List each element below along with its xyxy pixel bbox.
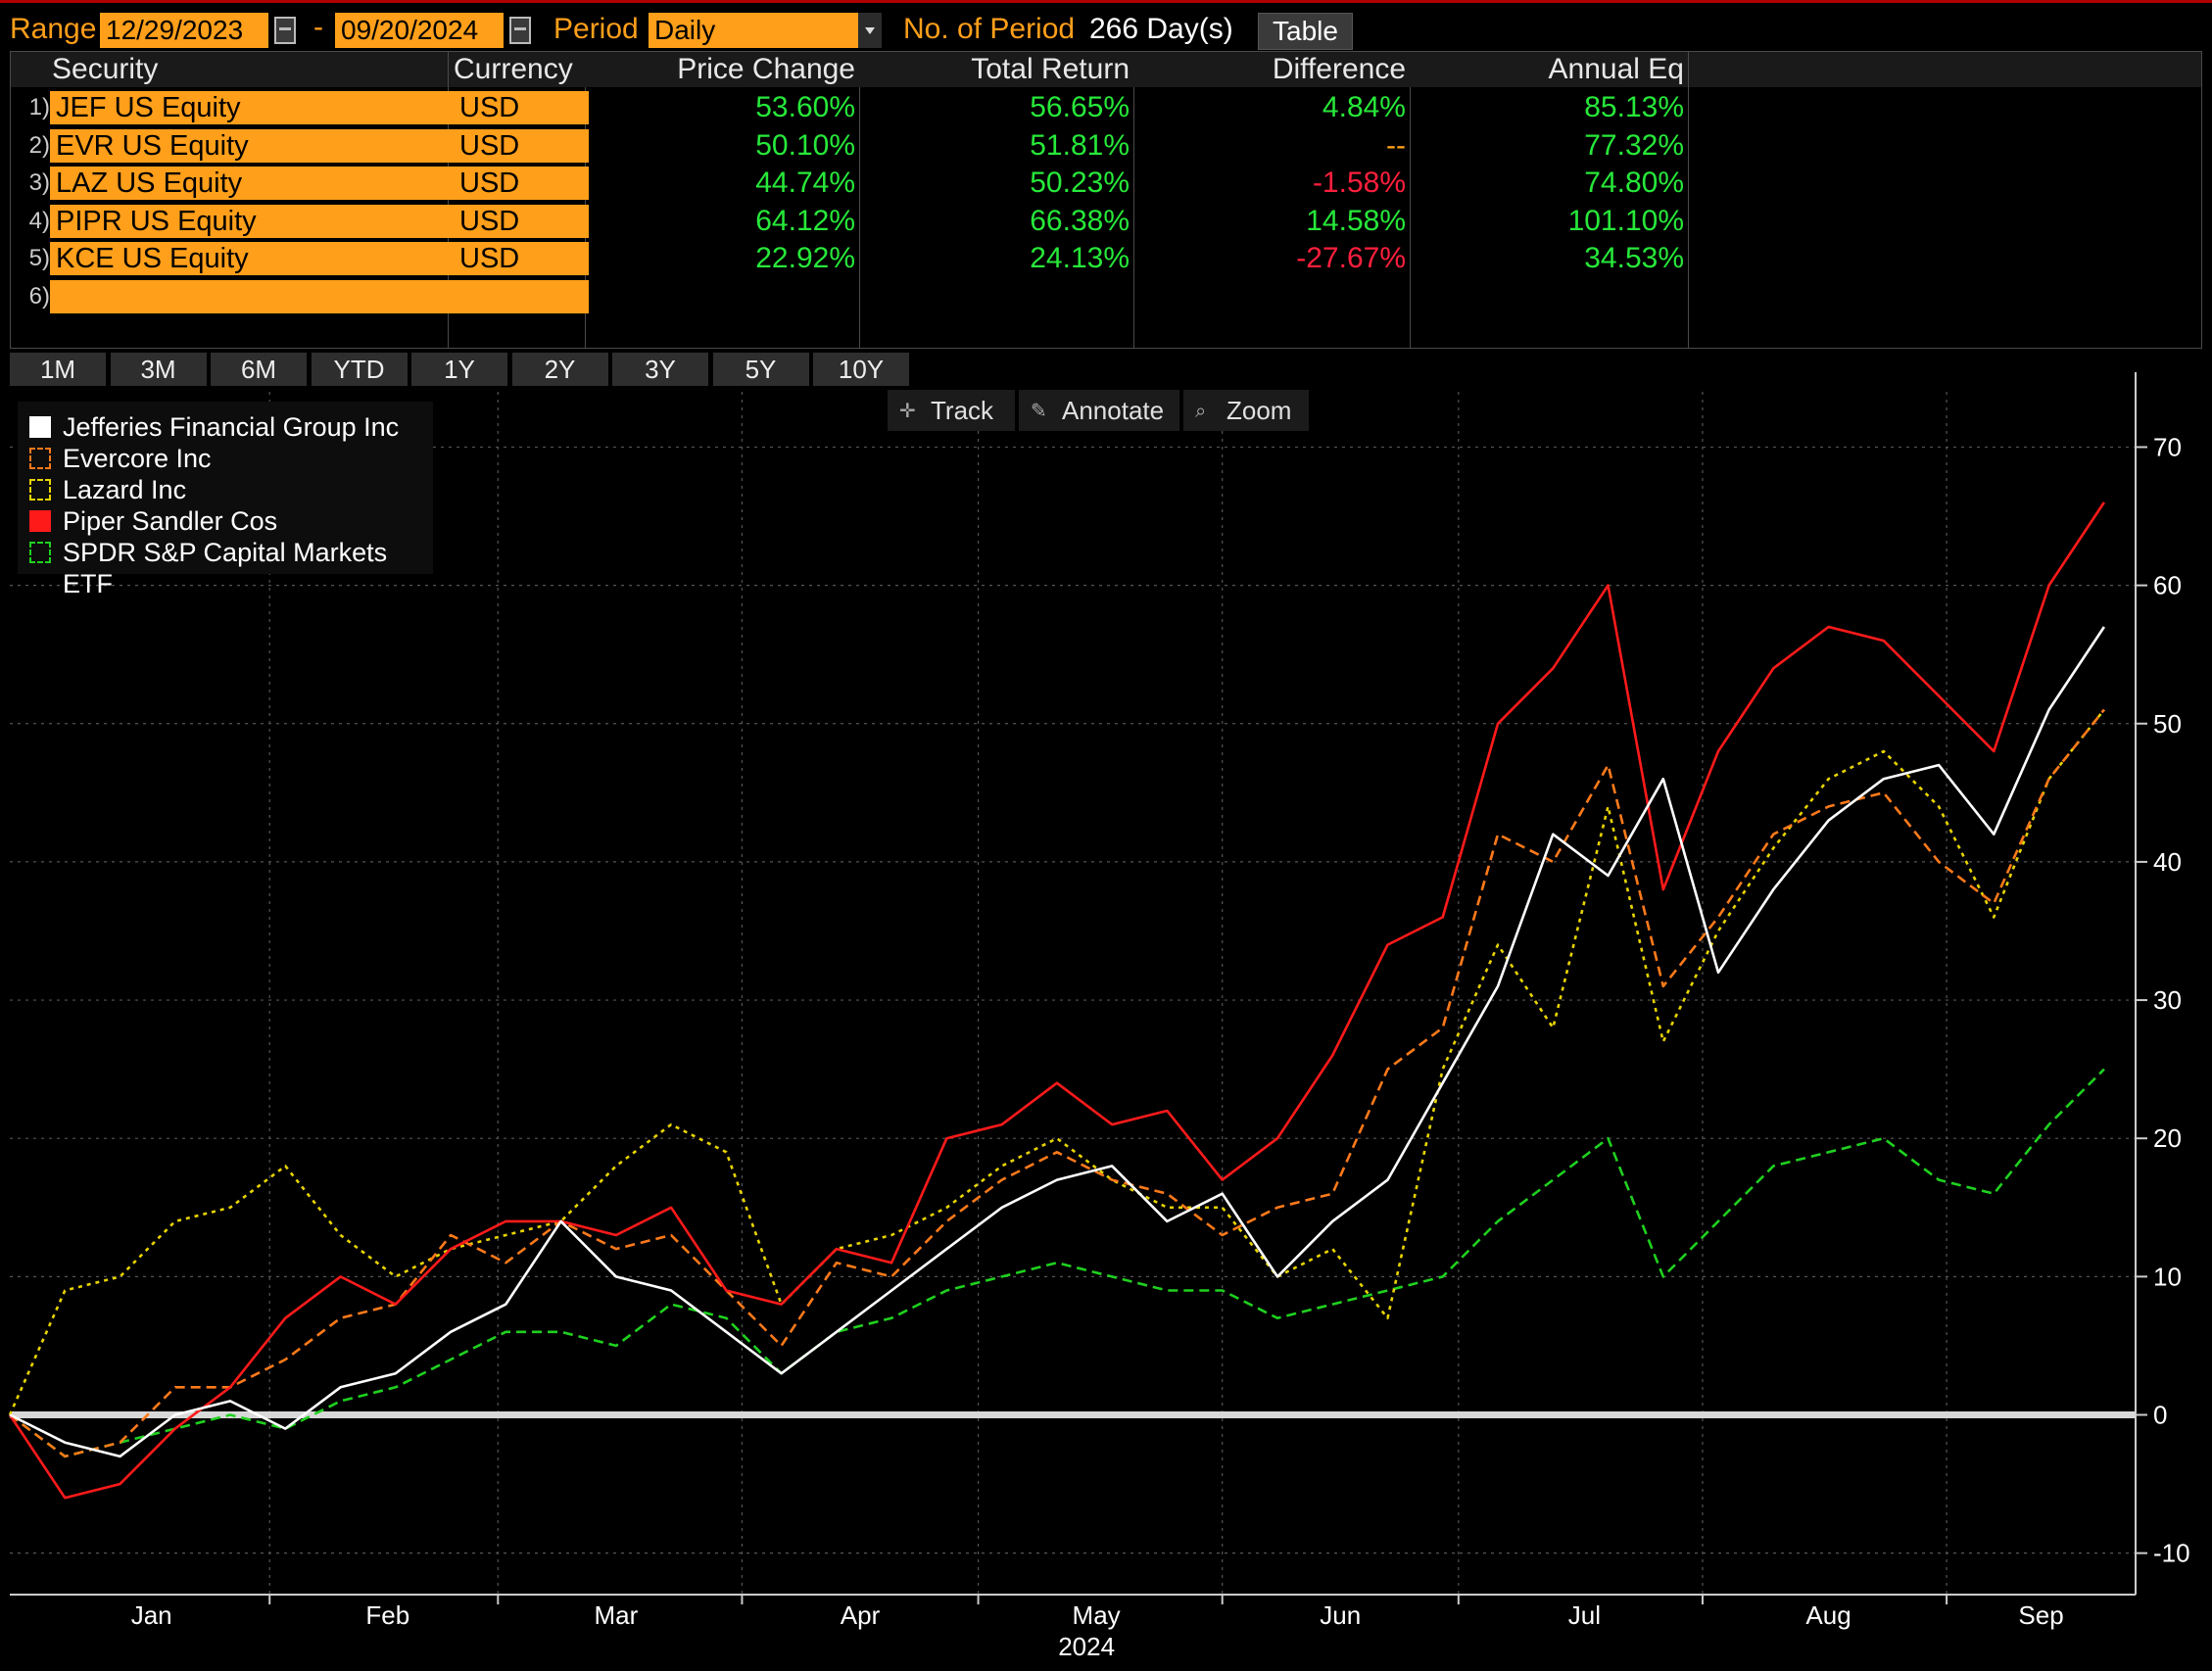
x-tick-label: Sep — [2018, 1600, 2063, 1630]
y-tick-label: 70 — [2153, 432, 2182, 461]
legend-swatch-icon — [29, 510, 51, 532]
legend-label: Lazard Inc — [63, 475, 187, 504]
legend-item[interactable]: Jefferies Financial Group Inc — [29, 411, 399, 443]
track-button[interactable]: ✛ Track — [888, 390, 1015, 431]
zoom-button[interactable]: ⌕ Zoom — [1183, 390, 1309, 431]
legend-label: Evercore Inc — [63, 444, 212, 473]
y-tick-label: 20 — [2153, 1123, 2182, 1153]
y-tick-label: 60 — [2153, 571, 2182, 600]
crosshair-icon: ✛ — [899, 401, 916, 422]
x-tick-label: Feb — [365, 1600, 409, 1630]
y-tick-label: 10 — [2153, 1262, 2182, 1291]
y-tick-label: 30 — [2153, 985, 2182, 1015]
x-tick-label: Aug — [1805, 1600, 1851, 1630]
y-tick-label: 0 — [2153, 1401, 2167, 1430]
x-tick-label: Jan — [131, 1600, 172, 1630]
legend-swatch-icon — [29, 416, 51, 438]
chart-legend: Jefferies Financial Group Inc Evercore In… — [18, 402, 433, 598]
pencil-icon: ✎ — [1031, 401, 1047, 422]
legend-item[interactable]: Evercore Inc — [29, 443, 212, 474]
legend-label: Jefferies Financial Group Inc — [63, 412, 400, 442]
legend-swatch-icon — [29, 448, 51, 469]
performance-chart[interactable]: -10 0 10 20 30 40 50 60 70 Jan Feb Mar Apr May Jun Jul A… — [0, 0, 2212, 1671]
series-line-lazard-inc[interactable] — [8, 708, 2105, 1416]
year-label: 2024 — [1058, 1632, 1115, 1661]
magnifier-icon: ⌕ — [1195, 401, 1207, 422]
legend-item[interactable]: Piper Sandler Cos — [29, 505, 277, 537]
legend-item[interactable]: Lazard Inc — [29, 474, 186, 505]
y-tick-label: -10 — [2153, 1539, 2190, 1568]
x-tick-label: Jun — [1320, 1600, 1361, 1630]
annotate-button[interactable]: ✎ Annotate — [1019, 390, 1179, 431]
x-tick-label: Apr — [841, 1600, 881, 1630]
x-tick-label: May — [1073, 1600, 1121, 1630]
legend-item[interactable]: SPDR S&P Capital Markets ETF — [29, 537, 433, 598]
y-tick-label: 50 — [2153, 709, 2182, 739]
x-tick-label: Mar — [594, 1600, 638, 1630]
legend-label: Piper Sandler Cos — [63, 506, 278, 536]
legend-swatch-icon — [29, 542, 51, 563]
x-tick-label: Jul — [1568, 1600, 1601, 1630]
legend-swatch-icon — [29, 479, 51, 501]
y-tick-label: 40 — [2153, 847, 2182, 877]
